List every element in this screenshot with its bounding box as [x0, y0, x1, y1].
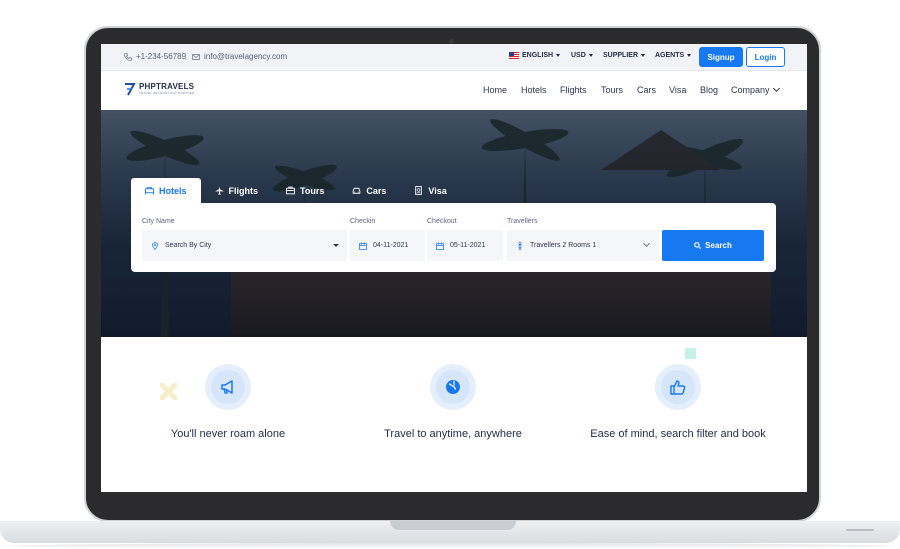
search-tabs: Hotels Flights Tours Cars Visa: [131, 178, 461, 203]
calendar-icon: [436, 242, 444, 250]
feature-icon-circle: [430, 364, 476, 410]
tab-flights[interactable]: Flights: [201, 178, 273, 203]
tab-hotels[interactable]: Hotels: [131, 178, 201, 203]
city-value: Search By City: [165, 242, 212, 249]
nav-blog[interactable]: Blog: [700, 85, 718, 95]
tab-hotels-label: Hotels: [159, 185, 187, 196]
tab-flights-label: Flights: [228, 185, 259, 196]
currency-label: USD: [571, 52, 586, 59]
travellers-value: Travellers 2 Rooms 1: [530, 242, 597, 249]
checkout-label: Checkout: [427, 218, 457, 225]
globe-icon: [446, 380, 460, 394]
caret-down-icon: [333, 244, 339, 247]
top-bar: +1-234-56789 info@travelagency.com ENGLI…: [101, 44, 807, 71]
agents-dropdown[interactable]: AGENTS: [655, 52, 692, 59]
nav-company-dropdown[interactable]: Company: [731, 84, 780, 95]
calendar-icon: [359, 242, 367, 250]
nav-cars[interactable]: Cars: [637, 85, 656, 95]
tab-tours-label: Tours: [300, 185, 325, 196]
currency-dropdown[interactable]: USD: [571, 52, 593, 59]
email-address: info@travelagency.com: [204, 52, 288, 61]
tab-tours[interactable]: Tours: [272, 178, 338, 203]
nav-visa[interactable]: Visa: [669, 85, 686, 95]
city-select[interactable]: Search By City: [142, 230, 347, 261]
signup-button[interactable]: Signup: [699, 47, 743, 67]
supplier-dropdown[interactable]: SUPPLIER: [603, 52, 646, 59]
laptop-base-line: [846, 529, 874, 531]
travellers-label: Travellers: [507, 218, 538, 225]
feature-icon-circle: [655, 364, 701, 410]
phone-number: +1-234-56789: [136, 52, 187, 61]
decorative-square-shape: [685, 348, 696, 359]
checkout-value: 05-11-2021: [450, 242, 486, 249]
hero-banner: Hotels Flights Tours Cars Visa City Name: [101, 110, 807, 337]
plane-icon: [215, 186, 223, 195]
nav-flights[interactable]: Flights: [560, 85, 587, 95]
features-section: You'll never roam alone Travel to anytim…: [101, 337, 807, 492]
supplier-label: SUPPLIER: [603, 52, 639, 59]
passport-icon: [415, 186, 423, 195]
feature-roam: You'll never roam alone: [118, 364, 338, 440]
feature-roam-title: You'll never roam alone: [170, 428, 286, 440]
car-icon: [353, 187, 361, 194]
tab-visa-label: Visa: [428, 185, 447, 196]
agents-label: AGENTS: [655, 52, 685, 59]
brand-name: PHPTRAVELS: [139, 82, 195, 91]
nav-home[interactable]: Home: [483, 85, 507, 95]
caret-down-icon: [556, 54, 561, 57]
feature-travel-title: Travel to anytime, anywhere: [384, 428, 522, 440]
mail-icon: [192, 53, 200, 60]
brand-logo[interactable]: PHPTRAVELS TRAVEL TECHNOLOGY PARTNER: [124, 81, 194, 97]
person-icon: [518, 241, 522, 250]
feature-ease-title: Ease of mind, search filter and book: [590, 428, 766, 440]
checkout-date-input[interactable]: 05-11-2021: [427, 230, 503, 261]
nav-hotels[interactable]: Hotels: [521, 85, 547, 95]
feature-travel: Travel to anytime, anywhere: [343, 364, 563, 440]
laptop-shadow: [10, 543, 890, 549]
tab-visa[interactable]: Visa: [400, 178, 460, 203]
website-screen: +1-234-56789 info@travelagency.com ENGLI…: [101, 44, 807, 492]
nav-tours[interactable]: Tours: [601, 85, 623, 95]
checkin-date-input[interactable]: 04-11-2021: [350, 230, 425, 261]
logo-mark-icon: [125, 83, 136, 96]
main-navbar: PHPTRAVELS TRAVEL TECHNOLOGY PARTNER Hom…: [101, 71, 807, 110]
map-pin-icon: [152, 241, 158, 250]
chevron-down-icon: [642, 239, 651, 248]
tab-cars[interactable]: Cars: [338, 178, 400, 203]
travellers-dropdown[interactable]: Travellers 2 Rooms 1: [507, 230, 659, 261]
checkin-value: 04-11-2021: [373, 242, 409, 249]
caret-down-icon: [588, 54, 593, 57]
feature-icon-circle: [205, 364, 251, 410]
chevron-down-icon: [772, 84, 780, 93]
language-label: ENGLISH: [522, 52, 554, 59]
phone-contact[interactable]: +1-234-56789: [124, 52, 186, 61]
brand-tagline: TRAVEL TECHNOLOGY PARTNER: [139, 91, 195, 95]
language-dropdown[interactable]: ENGLISH: [509, 52, 561, 59]
search-button[interactable]: Search: [662, 230, 764, 261]
us-flag-icon: [509, 52, 519, 59]
caret-down-icon: [687, 54, 692, 57]
city-label: City Name: [142, 218, 175, 225]
megaphone-icon: [221, 380, 233, 394]
caret-down-icon: [641, 54, 646, 57]
search-icon: [694, 242, 702, 249]
hotel-icon: [145, 187, 154, 195]
search-button-label: Search: [705, 241, 732, 250]
search-form: City Name Search By City Checkin 04-11-2…: [131, 203, 776, 272]
login-button[interactable]: Login: [746, 47, 785, 67]
email-contact[interactable]: info@travelagency.com: [192, 52, 287, 61]
phone-icon: [124, 52, 132, 61]
briefcase-icon: [286, 186, 295, 195]
thumbs-up-icon: [670, 380, 686, 395]
checkin-label: Checkin: [350, 218, 376, 225]
nav-company-label: Company: [731, 85, 770, 95]
tab-cars-label: Cars: [366, 185, 387, 196]
laptop-notch: [390, 521, 516, 530]
feature-ease: Ease of mind, search filter and book: [568, 364, 788, 440]
